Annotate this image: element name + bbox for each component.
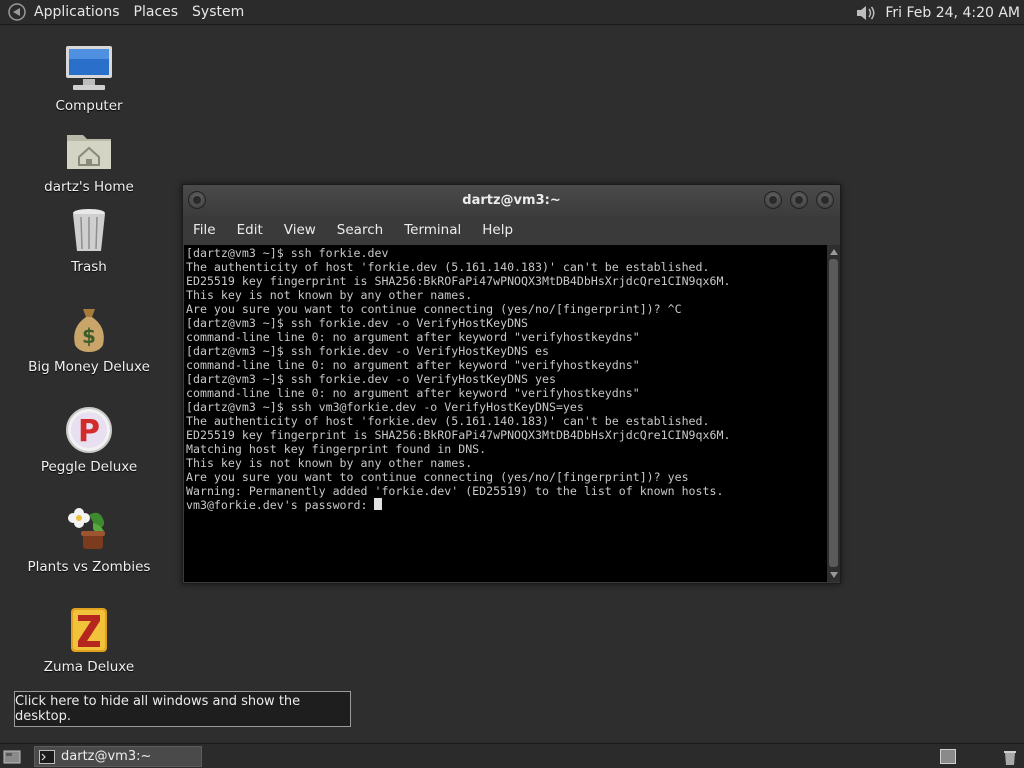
desktop-icon-zuma[interactable]: Zuma Deluxe [14,605,164,675]
tooltip-text: Click here to hide all windows and show … [15,694,301,724]
desktop-icon-label: Peggle Deluxe [40,459,138,475]
desktop-icon-label: Computer [55,98,123,114]
terminal-line: The authenticity of host 'forkie.dev (5.… [186,260,710,274]
desktop-icon-peggle[interactable]: P Peggle Deluxe [14,405,164,475]
desktop-icon-label: Plants vs Zombies [27,559,151,575]
terminal-output[interactable]: [dartz@vm3 ~]$ ssh forkie.dev The authen… [184,245,827,582]
maximize-icon[interactable] [790,191,808,209]
terminal-line: [dartz@vm3 ~]$ ssh forkie.dev -o VerifyH… [186,344,549,358]
desktop-icon-label: Trash [71,259,107,275]
top-panel: Applications Places System Fri Feb 24, 4… [0,0,1024,25]
desktop-icon-label: dartz's Home [44,179,134,195]
terminal-menubar: File Edit View Search Terminal Help [183,216,840,244]
menu-applications[interactable]: Applications [34,4,120,20]
terminal-scrollbar[interactable] [827,245,840,582]
taskbar-item-terminal[interactable]: dartz@vm3:~ [34,746,202,767]
terminal-line: ED25519 key fingerprint is SHA256:BkROFa… [186,274,731,288]
desktop-icon-big-money[interactable]: $ Big Money Deluxe [14,305,164,375]
show-desktop-icon[interactable] [2,747,22,766]
terminal-line: [dartz@vm3 ~]$ ssh forkie.dev -o VerifyH… [186,372,556,386]
terminal-line: ED25519 key fingerprint is SHA256:BkROFa… [186,428,731,442]
menu-edit[interactable]: Edit [237,222,263,238]
terminal-title: dartz@vm3:~ [462,193,561,208]
speaker-icon[interactable] [853,2,879,24]
svg-text:P: P [78,414,100,449]
terminal-line: command-line line 0: no argument after k… [186,386,640,400]
terminal-prompt-line: vm3@forkie.dev's password: [186,498,825,512]
terminal-line: This key is not known by any other names… [186,456,473,470]
desktop-icon-home[interactable]: dartz's Home [14,125,164,195]
bottom-panel: dartz@vm3:~ [0,743,1024,768]
peggle-icon: P [63,405,115,455]
scrollbar-thumb[interactable] [829,259,838,567]
show-desktop-tooltip: Click here to hide all windows and show … [14,691,351,727]
terminal-window: dartz@vm3:~ File Edit View Search Termin… [182,184,841,584]
terminal-line: command-line line 0: no argument after k… [186,330,640,344]
trash-icon [63,205,115,255]
terminal-app-icon [39,749,55,764]
terminal-line: Matching host key fingerprint found in D… [186,442,487,456]
terminal-line: [dartz@vm3 ~]$ ssh forkie.dev [186,246,389,260]
terminal-line: command-line line 0: no argument after k… [186,358,640,372]
trash-applet-icon[interactable] [1000,746,1020,767]
password-prompt: vm3@forkie.dev's password: [186,498,375,512]
scroll-down-arrow-icon[interactable] [829,570,838,580]
text-cursor [374,498,383,510]
desktop-icon-label: Big Money Deluxe [28,359,150,375]
menu-view[interactable]: View [284,222,316,238]
desktop-icon-plants-vs-zombies[interactable]: Plants vs Zombies [14,505,164,575]
terminal-line: The authenticity of host 'forkie.dev (5.… [186,414,710,428]
desktop-icon-computer[interactable]: Computer [14,44,164,114]
gnome-foot-icon[interactable] [6,1,28,23]
menu-terminal[interactable]: Terminal [404,222,461,238]
terminal-line: [dartz@vm3 ~]$ ssh forkie.dev -o VerifyH… [186,316,529,330]
minimize-icon[interactable] [764,191,782,209]
taskbar-item-label: dartz@vm3:~ [61,749,152,764]
clock[interactable]: Fri Feb 24, 4:20 AM [885,5,1020,21]
menu-system[interactable]: System [192,4,244,20]
terminal-line: Are you sure you want to continue connec… [186,470,689,484]
computer-icon [63,44,115,94]
terminal-line: This key is not known by any other names… [186,288,473,302]
scroll-up-arrow-icon[interactable] [829,247,838,257]
window-menu-icon[interactable] [188,191,206,209]
desktop-icon-trash[interactable]: Trash [14,205,164,275]
menu-places[interactable]: Places [134,4,179,20]
desktop-icon-label: Zuma Deluxe [43,659,135,675]
terminal-line: [dartz@vm3 ~]$ ssh vm3@forkie.dev -o Ver… [186,400,584,414]
workspace-switcher-icon[interactable] [940,749,956,764]
plants-vs-zombies-icon [63,505,115,555]
panel-right-area: Fri Feb 24, 4:20 AM [853,0,1020,25]
menu-help[interactable]: Help [482,222,513,238]
money-bag-icon: $ [63,305,115,355]
menu-search[interactable]: Search [337,222,383,238]
zuma-icon [63,605,115,655]
terminal-titlebar[interactable]: dartz@vm3:~ [183,185,840,216]
close-icon[interactable] [816,191,834,209]
menu-file[interactable]: File [193,222,216,238]
terminal-line: Are you sure you want to continue connec… [186,302,682,316]
svg-text:$: $ [82,324,96,348]
terminal-line: Warning: Permanently added 'forkie.dev' … [186,484,724,498]
home-folder-icon [63,125,115,175]
